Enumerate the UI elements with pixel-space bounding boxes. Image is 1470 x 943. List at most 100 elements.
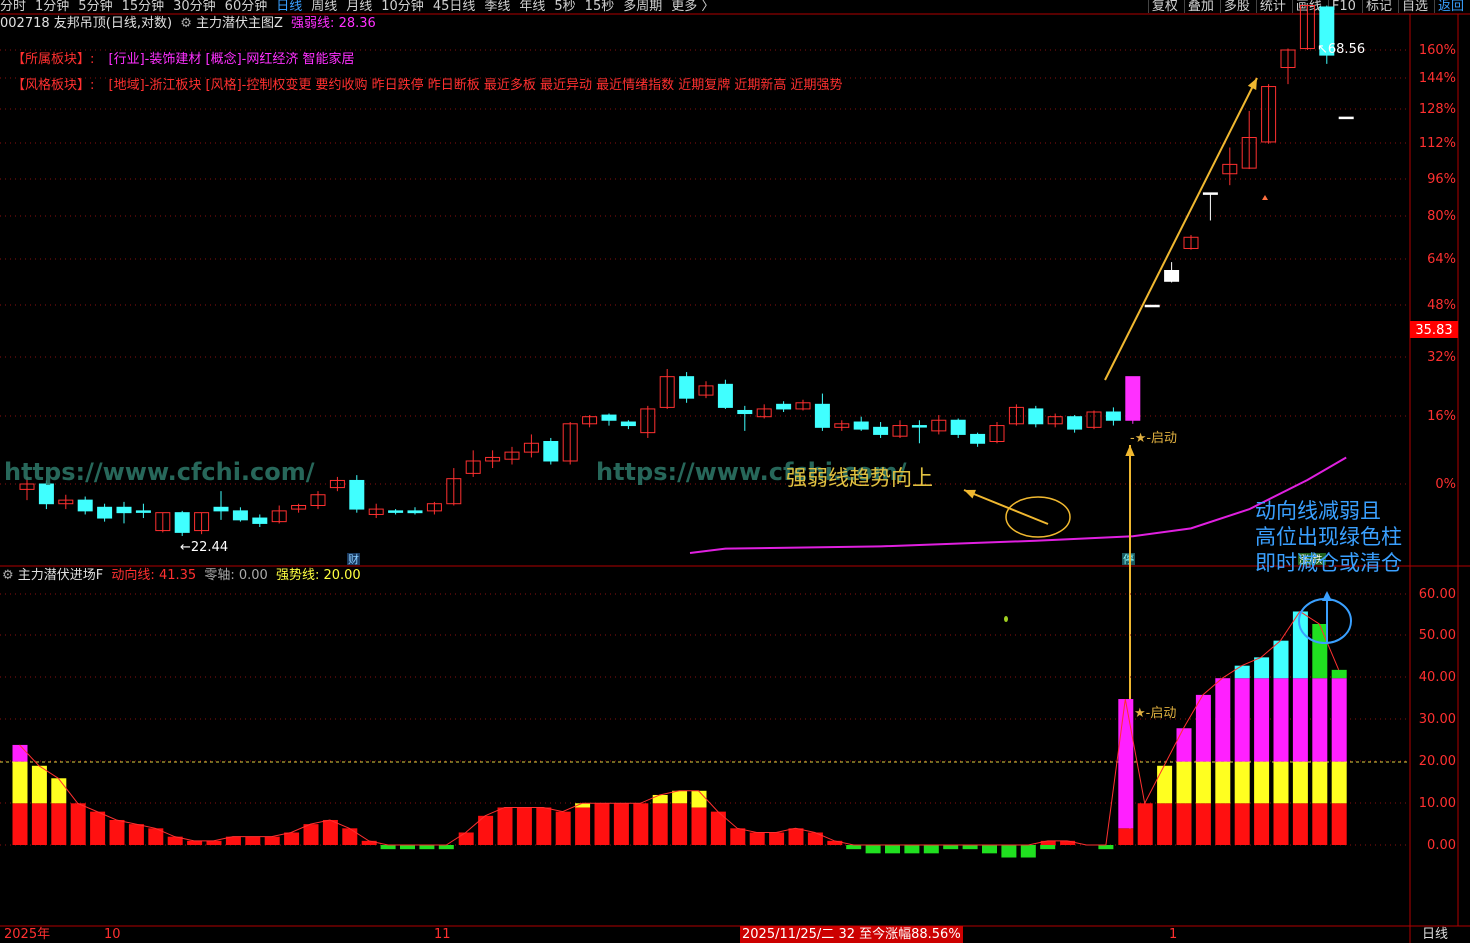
red-bar (458, 832, 474, 845)
neg-bar (943, 845, 959, 850)
candle-body (1164, 270, 1180, 282)
yellow-bar (31, 765, 47, 804)
ind-tick-label: 0.00 (1427, 838, 1456, 853)
red-bar (1312, 803, 1328, 845)
exit-note-line-1: 动向线减弱且 (1255, 499, 1381, 523)
magenta-bar (12, 744, 28, 762)
red-bar (730, 828, 746, 845)
watermark-left: https://www.cfchi.com/ (4, 458, 315, 486)
candle-body (601, 414, 617, 421)
neg-bar (400, 845, 415, 850)
start-label: -★-启动 (1130, 431, 1177, 446)
neg-bar (1001, 845, 1017, 858)
yellow-bar (51, 778, 67, 804)
magenta-bar (1331, 678, 1347, 762)
price-tick-label: 112% (1419, 136, 1456, 151)
high-price-label: ↖68.56 (1317, 42, 1365, 57)
candle-body (1144, 304, 1160, 308)
exit-arrow-head (1322, 591, 1332, 601)
red-bar (749, 832, 765, 845)
candle-body (116, 506, 132, 514)
neg-bar (438, 845, 454, 850)
red-bar (769, 832, 785, 845)
red-bar (827, 840, 843, 845)
ind-tick-label: 30.00 (1419, 712, 1456, 727)
red-bar (206, 840, 222, 845)
neg-bar (1020, 845, 1036, 858)
magenta-bar (1312, 678, 1328, 762)
red-bar (303, 824, 319, 845)
neg-bar (846, 845, 862, 850)
up-marker (1262, 195, 1268, 200)
red-bar (1234, 803, 1250, 845)
indicator-sub-name[interactable]: 主力潜伏进场F (18, 568, 103, 583)
candle-body (1105, 411, 1121, 421)
gear-icon[interactable]: ⚙ (2, 568, 14, 583)
red-bar (555, 811, 571, 845)
candle-body (853, 421, 869, 430)
red-bar (536, 807, 552, 845)
candle-body (543, 441, 559, 462)
red-bar (652, 803, 668, 845)
trend-circle (1005, 496, 1071, 538)
current-price-label: 35.83 (1415, 323, 1452, 338)
red-bar (1273, 803, 1289, 845)
neg-bar (904, 845, 920, 854)
red-bar (672, 803, 688, 845)
red-bar (1176, 803, 1192, 845)
red-bar (788, 828, 804, 845)
ind-tick-label: 10.00 (1419, 796, 1456, 811)
yellow-bar (1292, 761, 1308, 804)
price-tick-label: 160% (1419, 43, 1456, 58)
zero-value: 0.00 (238, 568, 268, 583)
red-bar (807, 832, 823, 845)
dot-marker (1004, 616, 1008, 622)
red-bar (264, 836, 280, 845)
magenta-bar (1215, 678, 1231, 762)
yellow-bar (12, 761, 28, 804)
candle-body (814, 403, 830, 428)
exit-note-line-3: 即时减仓或清仓 (1255, 551, 1402, 575)
red-bar (70, 803, 86, 845)
price-tick-label: 80% (1427, 209, 1456, 224)
price-tick-label: 96% (1427, 172, 1456, 187)
yellow-bar (1195, 761, 1211, 804)
line-value: 41.35 (158, 568, 197, 583)
neg-bar (419, 845, 435, 850)
candle-body (737, 409, 753, 415)
red-bar (691, 807, 707, 845)
neg-bar (380, 845, 396, 850)
red-bar (1118, 828, 1134, 845)
yellow-bar (1254, 761, 1270, 804)
candle-body (232, 510, 248, 521)
magenta-bar (1195, 694, 1211, 762)
oct-label: 10 (104, 927, 121, 942)
magenta-bar (1292, 678, 1308, 762)
candle-body (135, 510, 151, 513)
neg-bar (865, 845, 881, 854)
price-tick-label: 32% (1427, 350, 1456, 365)
price-tick-label: 0% (1435, 477, 1456, 492)
yellow-bar (1331, 761, 1347, 804)
cyan-bar (1273, 640, 1289, 679)
low-price-label: ←22.44 (180, 540, 228, 555)
yellow-bar (1215, 761, 1231, 804)
candle-body (873, 426, 889, 435)
neg-bar (1040, 845, 1056, 850)
red-bar (594, 803, 610, 845)
neg-bar (1098, 845, 1114, 850)
red-bar (31, 803, 47, 845)
red-bar (575, 807, 591, 845)
nov-label: 11 (434, 927, 451, 942)
red-bar (109, 819, 125, 845)
ind-tick-label: 40.00 (1419, 670, 1456, 685)
start-arrow-head (1125, 445, 1135, 457)
period-label: 日线 (1422, 927, 1449, 942)
red-bar (284, 832, 300, 845)
green-bar (1331, 669, 1347, 679)
ind-tick-label: 50.00 (1419, 628, 1456, 643)
red-bar (1137, 803, 1153, 845)
yellow-bar (652, 794, 668, 804)
exit-note: 动向线减弱且 高位出现绿色柱 即时减仓或清仓 (1255, 498, 1402, 576)
candle-body (1202, 192, 1218, 195)
